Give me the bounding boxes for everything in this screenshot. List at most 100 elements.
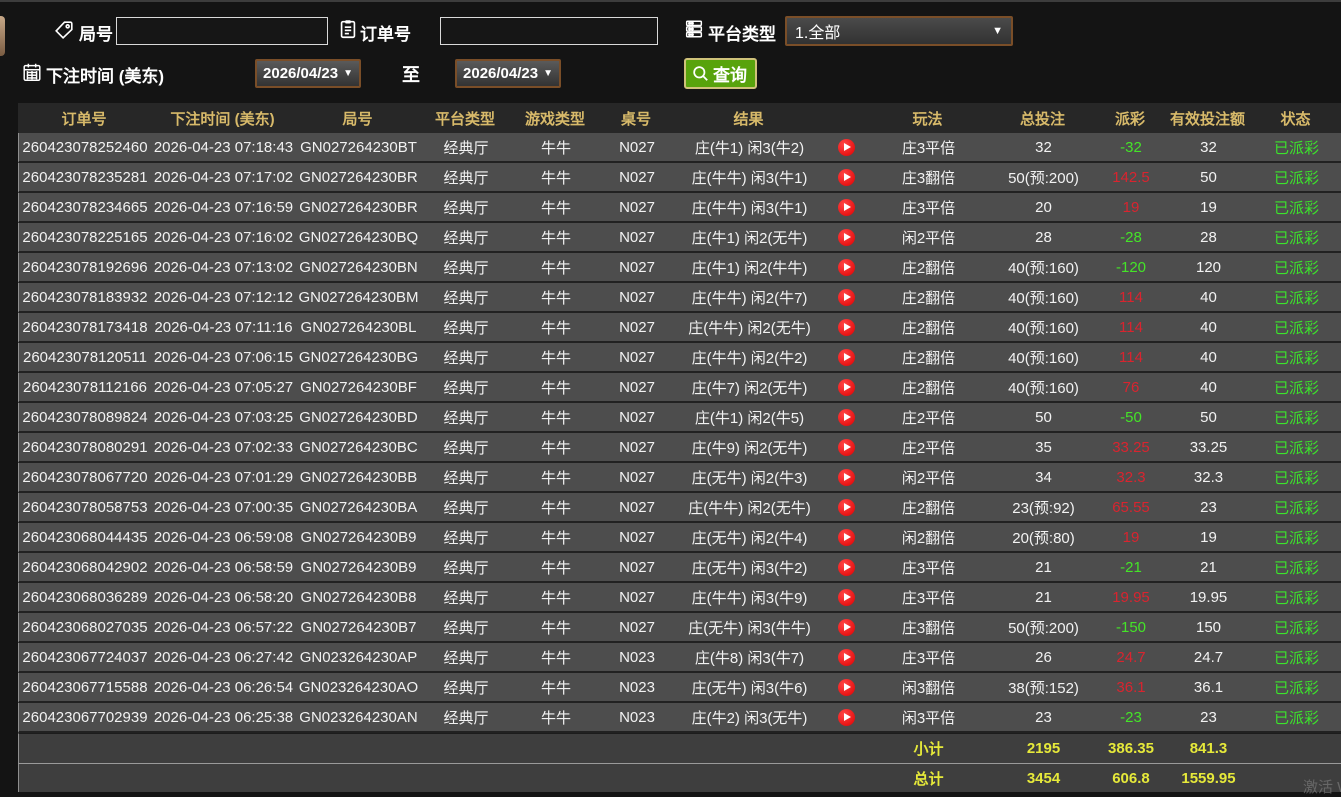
calendar-icon — [21, 61, 43, 83]
cell-valid-bet: 19.95 — [1166, 589, 1251, 606]
play-video-icon[interactable] — [838, 679, 855, 696]
cell-order-no: 260423068036289 — [19, 589, 151, 606]
search-icon — [691, 64, 710, 83]
status-badge: 已派彩 — [1251, 377, 1341, 398]
cell-valid-bet: 120 — [1166, 259, 1251, 276]
cell-valid-bet: 36.1 — [1166, 679, 1251, 696]
table-row: 260423078080291 2026-04-23 07:02:33 GN02… — [18, 433, 1341, 463]
order-number-input[interactable] — [440, 17, 658, 45]
cell-bet-time: 2026-04-23 07:01:29 — [151, 469, 296, 486]
cell-video — [826, 229, 866, 246]
cell-video — [826, 259, 866, 276]
play-video-icon[interactable] — [838, 589, 855, 606]
cell-table-no: N027 — [601, 379, 673, 396]
cell-result: 庄(牛牛) 闲3(牛1) — [673, 167, 826, 188]
cell-valid-bet: 24.7 — [1166, 649, 1251, 666]
cell-platform-type: 经典厅 — [421, 167, 511, 188]
play-video-icon[interactable] — [838, 409, 855, 426]
date-to-button[interactable]: 2026/04/23 ▼ — [455, 59, 561, 88]
date-from-button[interactable]: 2026/04/23 ▼ — [255, 59, 361, 88]
cell-platform-type: 经典厅 — [421, 287, 511, 308]
play-video-icon[interactable] — [838, 169, 855, 186]
cell-result: 庄(牛牛) 闲2(牛2) — [673, 347, 826, 368]
query-button[interactable]: 查询 — [684, 58, 757, 89]
cell-game-type: 牛牛 — [511, 407, 601, 428]
status-badge: 已派彩 — [1251, 137, 1341, 158]
total-label: 总计 — [866, 768, 991, 789]
play-video-icon[interactable] — [838, 619, 855, 636]
cell-result: 庄(牛牛) 闲2(无牛) — [673, 317, 826, 338]
platform-type-select[interactable]: 1.全部 ▼ — [785, 16, 1013, 46]
play-video-icon[interactable] — [838, 229, 855, 246]
play-video-icon[interactable] — [838, 469, 855, 486]
platform-type-icon — [683, 18, 705, 40]
play-video-icon[interactable] — [838, 319, 855, 336]
cell-platform-type: 经典厅 — [421, 317, 511, 338]
play-video-icon[interactable] — [838, 349, 855, 366]
cell-game-type: 牛牛 — [511, 467, 601, 488]
cell-play-type: 庄2翻倍 — [866, 317, 991, 338]
play-video-icon[interactable] — [838, 379, 855, 396]
cell-result: 庄(牛8) 闲3(牛7) — [673, 647, 826, 668]
chevron-down-icon: ▼ — [543, 68, 553, 79]
status-badge: 已派彩 — [1251, 497, 1341, 518]
cell-game-type: 牛牛 — [511, 587, 601, 608]
cell-table-no: N027 — [601, 409, 673, 426]
cell-valid-bet: 40 — [1166, 289, 1251, 306]
play-video-icon[interactable] — [838, 559, 855, 576]
cell-table-no: N027 — [601, 139, 673, 156]
table-row: 260423067724037 2026-04-23 06:27:42 GN02… — [18, 643, 1341, 673]
subtotal-label: 小计 — [866, 738, 991, 759]
cell-payout: -32 — [1096, 139, 1166, 156]
chevron-down-icon: ▼ — [992, 25, 1003, 37]
platform-type-label: 平台类型 — [708, 20, 776, 45]
cell-result: 庄(牛2) 闲3(无牛) — [673, 707, 826, 728]
cell-video — [826, 709, 866, 726]
cell-bet-time: 2026-04-23 06:59:08 — [151, 529, 296, 546]
cell-total-bet: 40(预:160) — [991, 287, 1096, 308]
play-video-icon[interactable] — [838, 529, 855, 546]
cell-total-bet: 20 — [991, 199, 1096, 216]
play-video-icon[interactable] — [838, 709, 855, 726]
cell-table-no: N023 — [601, 679, 673, 696]
cell-video — [826, 139, 866, 156]
cell-game-type: 牛牛 — [511, 197, 601, 218]
cell-play-type: 闲3翻倍 — [866, 677, 991, 698]
cell-table-no: N027 — [601, 469, 673, 486]
subtotal-row: 小计 2195 386.35 841.3 — [18, 733, 1341, 763]
cell-bet-time: 2026-04-23 06:58:20 — [151, 589, 296, 606]
cell-video — [826, 289, 866, 306]
cell-payout: 24.7 — [1096, 649, 1166, 666]
status-badge: 已派彩 — [1251, 557, 1341, 578]
status-badge: 已派彩 — [1251, 197, 1341, 218]
cell-game-type: 牛牛 — [511, 527, 601, 548]
cell-platform-type: 经典厅 — [421, 227, 511, 248]
cell-round-no: GN027264230B8 — [296, 589, 421, 606]
play-video-icon[interactable] — [838, 259, 855, 276]
cell-bet-time: 2026-04-23 07:17:02 — [151, 169, 296, 186]
round-number-input[interactable] — [116, 17, 328, 45]
cell-total-bet: 20(预:80) — [991, 527, 1096, 548]
cell-valid-bet: 50 — [1166, 169, 1251, 186]
cell-round-no: GN027264230B9 — [296, 529, 421, 546]
cell-platform-type: 经典厅 — [421, 467, 511, 488]
cell-video — [826, 499, 866, 516]
cell-valid-bet: 40 — [1166, 379, 1251, 396]
play-video-icon[interactable] — [838, 499, 855, 516]
cell-round-no: GN023264230AO — [296, 679, 421, 696]
status-badge: 已派彩 — [1251, 437, 1341, 458]
play-video-icon[interactable] — [838, 649, 855, 666]
cell-order-no: 260423078183932 — [19, 289, 151, 306]
status-badge: 已派彩 — [1251, 677, 1341, 698]
cell-video — [826, 469, 866, 486]
play-video-icon[interactable] — [838, 199, 855, 216]
table-row: 260423078089824 2026-04-23 07:03:25 GN02… — [18, 403, 1341, 433]
cell-play-type: 闲3平倍 — [866, 707, 991, 728]
play-video-icon[interactable] — [838, 439, 855, 456]
bet-time-label: 下注时间 (美东) — [46, 62, 164, 87]
play-video-icon[interactable] — [838, 289, 855, 306]
play-video-icon[interactable] — [838, 139, 855, 156]
header-play-type: 玩法 — [865, 108, 990, 129]
cell-total-bet: 26 — [991, 649, 1096, 666]
cell-round-no: GN027264230BQ — [296, 229, 421, 246]
